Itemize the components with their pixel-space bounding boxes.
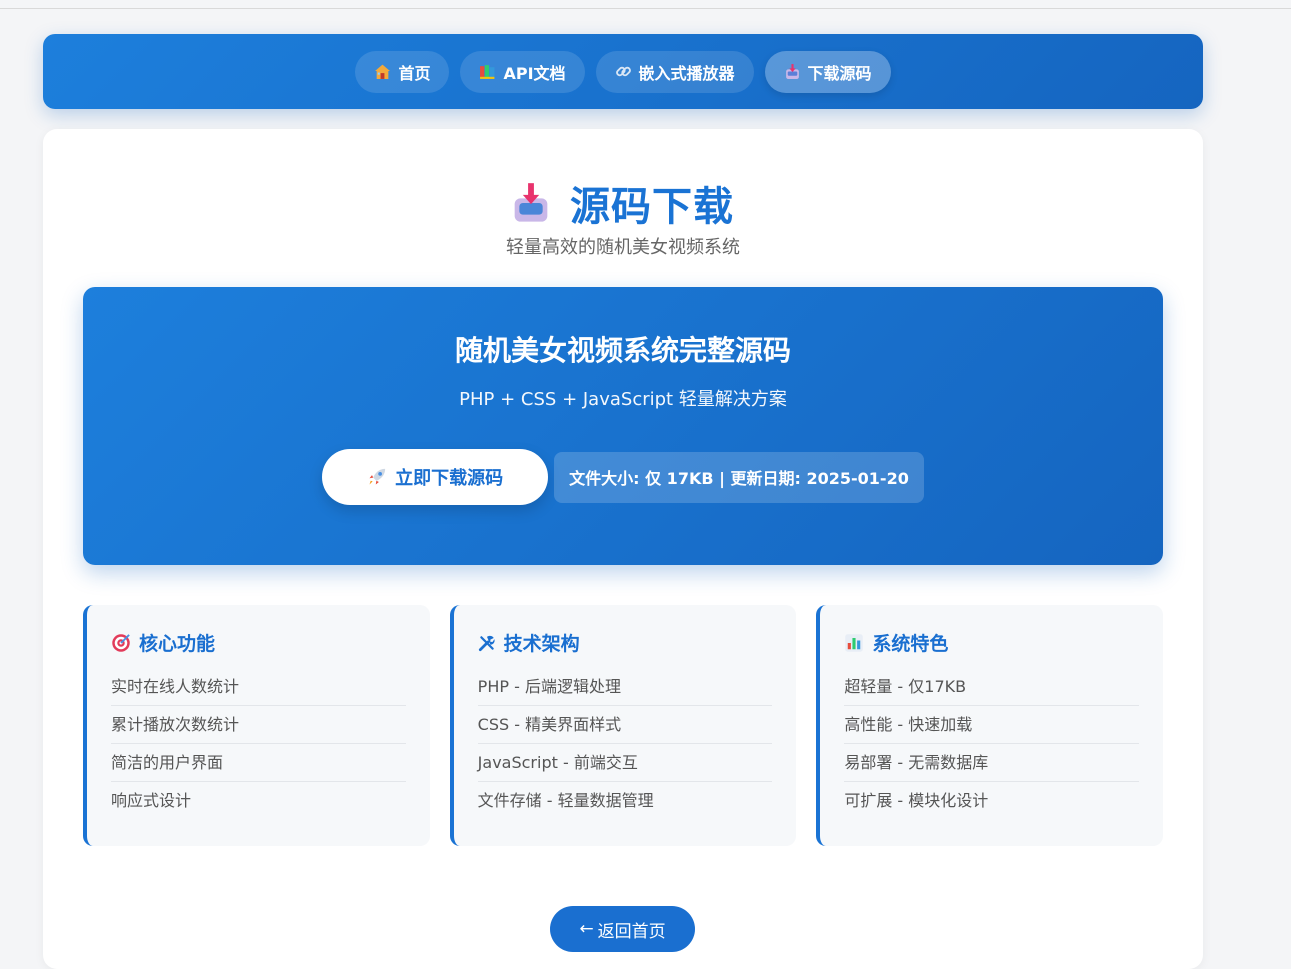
list-item: 高性能 - 快速加载 (844, 706, 1140, 744)
feature-list: 超轻量 - 仅17KB 高性能 - 快速加载 易部署 - 无需数据库 可扩展 -… (844, 668, 1140, 820)
list-item: PHP - 后端逻辑处理 (477, 668, 773, 706)
back-home-label: 返回首页 (597, 921, 666, 942)
top-navbar: 首页 API文档 嵌入式播放器 下载源码 (43, 34, 1203, 109)
link-icon (615, 63, 632, 80)
page-subtitle: 轻量高效的随机美女视频系统 (506, 237, 740, 258)
feature-card-title: 技术架构 (503, 633, 580, 655)
nav-home[interactable]: 首页 (355, 50, 450, 93)
download-now-label: 立即下载源码 (395, 468, 504, 489)
inbox-tray-icon (784, 63, 801, 80)
feature-card-title: 核心功能 (139, 633, 216, 655)
arrow-left-icon: ← (579, 919, 594, 939)
feature-card-header: 核心功能 (111, 629, 406, 656)
bar-chart-icon (844, 633, 864, 653)
nav-home-label: 首页 (398, 63, 431, 83)
feature-card-core: 核心功能 实时在线人数统计 累计播放次数统计 简洁的用户界面 响应式设计 (83, 605, 430, 846)
download-now-button[interactable]: 立即下载源码 (322, 449, 549, 505)
list-item: 易部署 - 无需数据库 (844, 744, 1140, 782)
list-item: 响应式设计 (111, 791, 192, 810)
list-item: 简洁的用户界面 (111, 744, 406, 782)
file-info-badge: 文件大小: 仅 17KB | 更新日期: 2025-01-20 (554, 451, 924, 503)
hero-title: 随机美女视频系统完整源码 (454, 334, 791, 367)
inbox-tray-icon (512, 182, 550, 224)
feature-card-architecture: 技术架构 PHP - 后端逻辑处理 CSS - 精美界面样式 JavaScrip… (449, 605, 797, 846)
feature-card-title: 系统特色 (872, 633, 949, 655)
nav-api-docs-label: API文档 (503, 63, 566, 83)
list-item: 超轻量 - 仅17KB (844, 668, 1140, 706)
list-item: 文件存储 - 轻量数据管理 (477, 791, 654, 810)
list-item: CSS - 精美界面样式 (477, 706, 773, 744)
feature-list: 实时在线人数统计 累计播放次数统计 简洁的用户界面 响应式设计 (111, 668, 406, 820)
feature-card-header: 系统特色 (844, 629, 1139, 656)
nav-download-source[interactable]: 下载源码 (764, 50, 891, 93)
list-item: 可扩展 - 模块化设计 (844, 791, 989, 810)
feature-list: PHP - 后端逻辑处理 CSS - 精美界面样式 JavaScript - 前… (477, 668, 773, 820)
target-icon (111, 633, 131, 653)
nav-embed-player-label: 嵌入式播放器 (638, 63, 735, 83)
books-icon (479, 63, 496, 80)
tools-icon (478, 634, 496, 652)
list-item: JavaScript - 前端交互 (477, 744, 773, 782)
page-title: 源码下载 (570, 184, 734, 230)
nav-embed-player[interactable]: 嵌入式播放器 (595, 50, 754, 93)
browser-divider (0, 8, 1291, 9)
nav-api-docs[interactable]: API文档 (460, 50, 585, 93)
hero-actions: 立即下载源码 文件大小: 仅 17KB | 更新日期: 2025-01-20 (83, 449, 1163, 505)
hero-subtitle: PHP + CSS + JavaScript 轻量解决方案 (459, 389, 787, 410)
feature-card-header: 技术架构 (478, 629, 773, 656)
feature-cards: 核心功能 实时在线人数统计 累计播放次数统计 简洁的用户界面 响应式设计 技术架… (83, 605, 1164, 846)
page-header: 源码下载 (43, 174, 1203, 232)
main-card: 源码下载 轻量高效的随机美女视频系统 随机美女视频系统完整源码 PHP + CS… (43, 129, 1203, 969)
nav-download-source-label: 下载源码 (807, 63, 872, 83)
back-home-button[interactable]: ← 返回首页 (550, 906, 695, 952)
feature-card-highlights: 系统特色 超轻量 - 仅17KB 高性能 - 快速加载 易部署 - 无需数据库 … (816, 605, 1164, 846)
list-item: 实时在线人数统计 (111, 668, 406, 706)
house-icon (374, 63, 391, 80)
list-item: 累计播放次数统计 (111, 706, 406, 744)
download-hero: 随机美女视频系统完整源码 PHP + CSS + JavaScript 轻量解决… (83, 287, 1163, 565)
rocket-icon (367, 467, 387, 487)
